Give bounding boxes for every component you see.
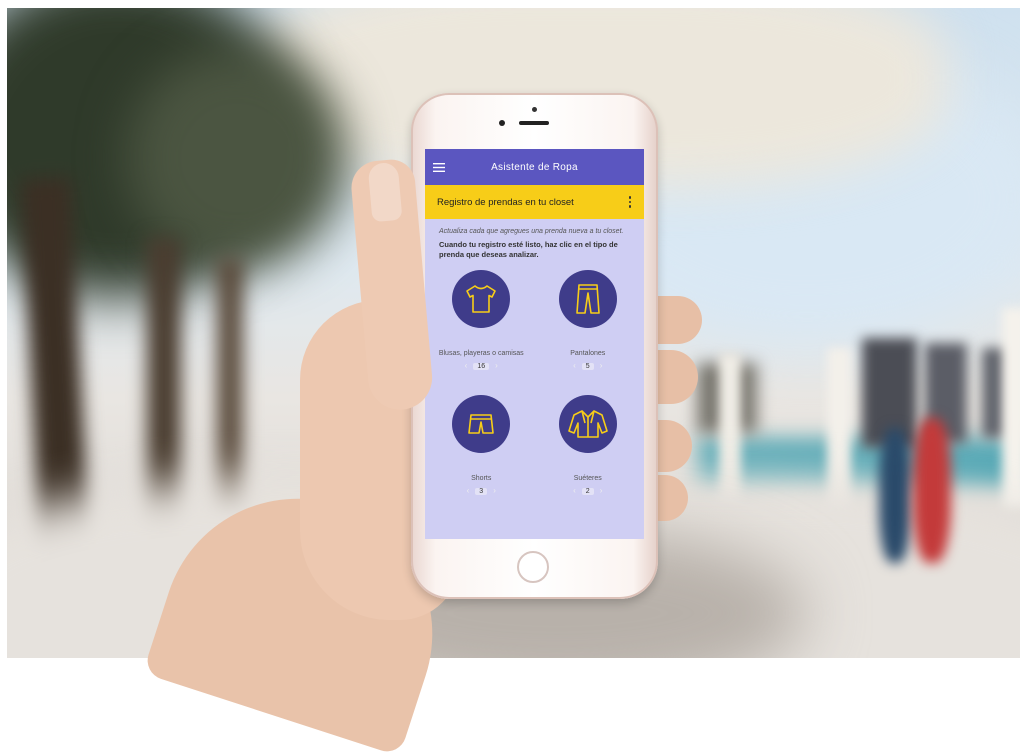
app-screen: Asistente de Ropa Registro de prendas en… bbox=[425, 149, 644, 539]
speaker-grille bbox=[519, 121, 549, 125]
chevron-right-icon[interactable]: › bbox=[493, 487, 496, 495]
chevron-right-icon[interactable]: › bbox=[600, 362, 603, 370]
chevron-left-icon[interactable]: ‹ bbox=[573, 487, 576, 495]
chevron-right-icon[interactable]: › bbox=[600, 487, 603, 495]
chevron-left-icon[interactable]: ‹ bbox=[573, 362, 576, 370]
home-button[interactable] bbox=[517, 551, 549, 583]
front-camera bbox=[499, 120, 505, 126]
category-icon-circle bbox=[452, 270, 511, 328]
category-counter: ‹ 5 › bbox=[573, 362, 602, 370]
category-card-shirts[interactable]: Blusas, playeras o camisas ‹ 16 › bbox=[431, 265, 532, 390]
earpiece-camera bbox=[532, 107, 537, 112]
category-icon-circle bbox=[558, 395, 617, 453]
intro-italic-text: Actualiza cada que agregues una prenda n… bbox=[439, 228, 624, 235]
shirt-icon bbox=[466, 285, 497, 313]
category-card-shorts[interactable]: Shorts ‹ 3 › bbox=[431, 390, 532, 515]
category-label: Suéteres bbox=[573, 474, 602, 482]
category-count: 5 bbox=[581, 362, 594, 370]
category-grid: Blusas, playeras o camisas ‹ 16 › Pantal… bbox=[425, 259, 644, 515]
more-options-button[interactable] bbox=[624, 192, 636, 212]
category-icon-circle bbox=[558, 270, 617, 328]
section-title: Registro de prendas en tu closet bbox=[437, 196, 574, 208]
chevron-right-icon[interactable]: › bbox=[495, 362, 498, 370]
sweater-icon bbox=[567, 410, 608, 438]
phone: Asistente de Ropa Registro de prendas en… bbox=[411, 93, 658, 599]
category-count: 16 bbox=[473, 362, 490, 370]
category-counter: ‹ 3 › bbox=[467, 487, 496, 495]
category-count: 3 bbox=[475, 487, 488, 495]
category-label: Shorts bbox=[471, 474, 492, 482]
category-label: Blusas, playeras o camisas bbox=[438, 349, 524, 357]
more-vert-icon bbox=[628, 196, 632, 199]
category-card-sweaters[interactable]: Suéteres ‹ 2 › bbox=[538, 390, 639, 515]
shorts-icon bbox=[468, 414, 495, 434]
category-counter: ‹ 16 › bbox=[465, 362, 498, 370]
category-counter: ‹ 2 › bbox=[573, 487, 602, 495]
category-count: 2 bbox=[581, 487, 594, 495]
category-card-pants[interactable]: Pantalones ‹ 5 › bbox=[538, 265, 639, 390]
intro-bold-text: Cuando tu registro esté listo, haz clic … bbox=[439, 240, 618, 259]
app-title: Asistente de Ropa bbox=[491, 161, 578, 173]
category-label: Pantalones bbox=[570, 349, 606, 357]
pants-icon bbox=[575, 284, 600, 314]
section-header: Registro de prendas en tu closet bbox=[425, 185, 644, 219]
app-bar: Asistente de Ropa bbox=[425, 149, 644, 185]
chevron-left-icon[interactable]: ‹ bbox=[465, 362, 468, 370]
category-icon-circle bbox=[452, 395, 511, 453]
chevron-left-icon[interactable]: ‹ bbox=[467, 487, 470, 495]
intro-text: Actualiza cada que agregues una prenda n… bbox=[425, 219, 644, 259]
thumb-nail bbox=[367, 161, 403, 223]
